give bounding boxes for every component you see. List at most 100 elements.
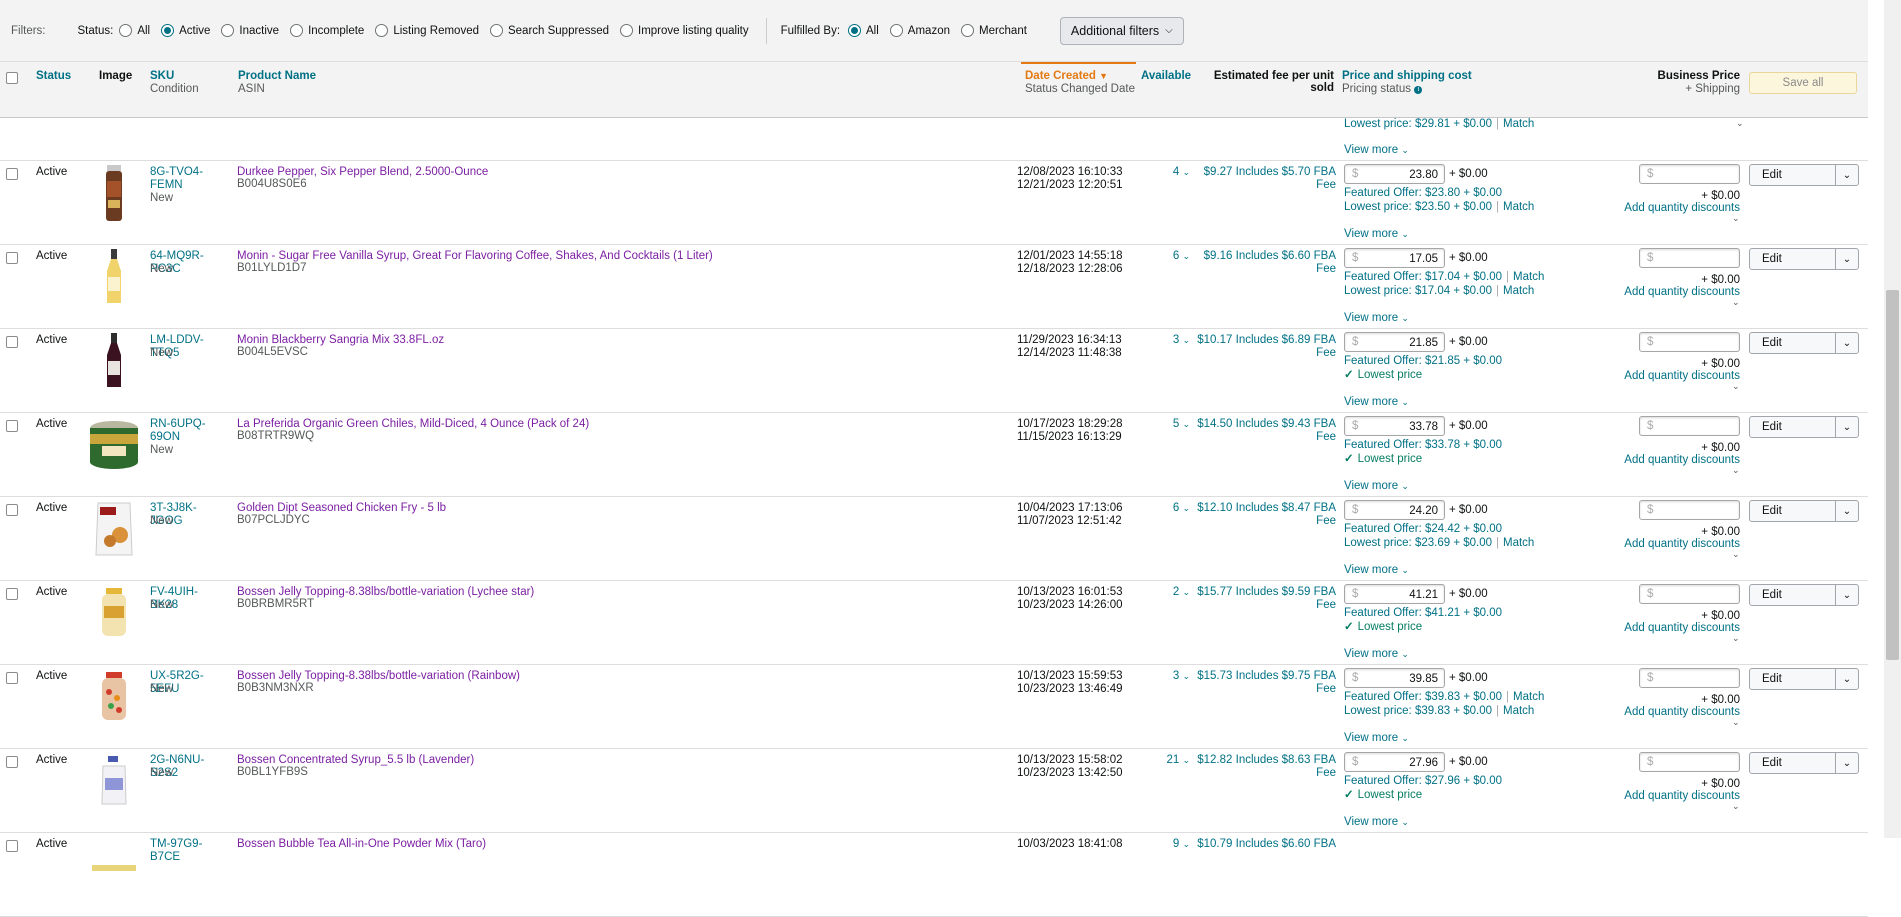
product-name-link[interactable]: Bossen Jelly Topping-8.38lbs/bottle-vari…	[237, 670, 1017, 683]
chevron-down-icon[interactable]: ⌄	[1835, 417, 1858, 437]
edit-button[interactable]: Edit ⌄	[1749, 164, 1859, 186]
radio-button[interactable]	[620, 24, 633, 37]
product-image[interactable]	[88, 165, 140, 221]
product-image[interactable]	[88, 249, 140, 305]
product-image[interactable]	[88, 753, 140, 809]
chevron-down-icon[interactable]: ⌄	[1732, 213, 1740, 224]
chevron-down-icon[interactable]: ⌄	[1732, 381, 1740, 392]
product-image[interactable]	[88, 333, 140, 389]
add-quantity-discounts-link[interactable]: Add quantity discounts	[1600, 790, 1740, 803]
match-link[interactable]: Match	[1503, 705, 1534, 717]
radio-button[interactable]	[960, 24, 974, 37]
additional-filters-button[interactable]: Additional filters ⌵	[1059, 16, 1184, 45]
row-checkbox[interactable]	[6, 504, 18, 516]
price-input[interactable]: $24.20	[1344, 500, 1445, 520]
info-icon[interactable]: i	[1414, 86, 1423, 94]
view-more-link[interactable]: View more ⌄	[1344, 648, 1409, 661]
view-more-link[interactable]: View more ⌄	[1344, 396, 1409, 409]
add-quantity-discounts-link[interactable]: Add quantity discounts	[1600, 202, 1740, 215]
row-checkbox[interactable]	[6, 588, 18, 600]
chevron-down-icon[interactable]: ⌄	[1732, 633, 1740, 644]
price-input[interactable]: $21.85	[1344, 332, 1445, 352]
fulfilled-filter-option[interactable]: Merchant	[960, 24, 1027, 37]
chevron-down-icon[interactable]: ⌄	[1835, 249, 1858, 269]
product-image[interactable]	[88, 501, 140, 557]
chevron-down-icon[interactable]: ⌄	[1732, 465, 1740, 476]
product-name-link[interactable]: Golden Dipt Seasoned Chicken Fry - 5 lb	[237, 502, 1017, 515]
product-name-link[interactable]: Monin - Sugar Free Vanilla Syrup, Great …	[237, 250, 1017, 263]
chevron-down-icon[interactable]: ⌄	[1732, 297, 1740, 308]
price-input[interactable]: $27.96	[1344, 752, 1445, 772]
chevron-down-icon[interactable]: ⌄	[1736, 118, 1744, 129]
status-filter-option[interactable]: Active	[161, 24, 210, 37]
product-name-link[interactable]: La Preferida Organic Green Chiles, Mild-…	[237, 418, 1017, 431]
sku-link[interactable]: 8G-TVO4- FEMN	[150, 166, 206, 192]
status-filter-option[interactable]: All	[119, 24, 150, 37]
header-available[interactable]: Available	[1141, 70, 1191, 82]
price-input[interactable]: $41.21	[1344, 584, 1445, 604]
row-checkbox[interactable]	[6, 840, 18, 852]
header-product-name[interactable]: Product Name	[238, 70, 316, 82]
edit-button[interactable]: Edit ⌄	[1749, 332, 1859, 354]
product-image[interactable]	[88, 417, 140, 473]
status-filter-option[interactable]: Search Suppressed	[489, 24, 609, 37]
product-image[interactable]	[88, 837, 140, 893]
chevron-down-icon[interactable]: ⌄	[1835, 585, 1858, 605]
add-quantity-discounts-link[interactable]: Add quantity discounts	[1600, 454, 1740, 467]
row-checkbox[interactable]	[6, 252, 18, 264]
view-more-link[interactable]: View more ⌄	[1344, 480, 1409, 493]
fulfilled-filter-option[interactable]: All	[848, 24, 879, 37]
view-more-link[interactable]: View more ⌄	[1344, 144, 1409, 156]
view-more-link[interactable]: View more ⌄	[1344, 312, 1409, 325]
match-link[interactable]: Match	[1503, 285, 1534, 297]
edit-button[interactable]: Edit ⌄	[1749, 668, 1859, 690]
edit-button[interactable]: Edit ⌄	[1749, 248, 1859, 270]
radio-button[interactable]	[161, 24, 175, 37]
add-quantity-discounts-link[interactable]: Add quantity discounts	[1600, 286, 1740, 299]
edit-button[interactable]: Edit ⌄	[1749, 752, 1859, 774]
view-more-link[interactable]: View more ⌄	[1344, 564, 1409, 577]
sku-link[interactable]: TM-97G9-B7CE	[150, 838, 206, 864]
edit-button[interactable]: Edit ⌄	[1749, 416, 1859, 438]
fulfilled-filter-option[interactable]: Amazon	[889, 24, 950, 37]
price-input[interactable]: $23.80	[1344, 164, 1445, 184]
price-input[interactable]: $33.78	[1344, 416, 1445, 436]
match-link[interactable]: Match	[1503, 201, 1534, 213]
status-filter-option[interactable]: Inactive	[221, 24, 279, 37]
radio-button[interactable]	[848, 24, 862, 37]
row-checkbox[interactable]	[6, 672, 18, 684]
sku-link[interactable]: RN-6UPQ- 69ON	[150, 418, 206, 444]
view-more-link[interactable]: View more ⌄	[1344, 816, 1409, 829]
match-link[interactable]: Match	[1513, 691, 1544, 703]
add-quantity-discounts-link[interactable]: Add quantity discounts	[1600, 370, 1740, 383]
status-filter-option[interactable]: Listing Removed	[375, 24, 479, 37]
price-input[interactable]: $17.05	[1344, 248, 1445, 268]
view-more-link[interactable]: View more ⌄	[1344, 732, 1409, 745]
add-quantity-discounts-link[interactable]: Add quantity discounts	[1600, 538, 1740, 551]
radio-button[interactable]	[290, 24, 304, 37]
status-filter-option[interactable]: Improve listing quality	[620, 24, 749, 37]
row-checkbox[interactable]	[6, 168, 18, 180]
chevron-down-icon[interactable]: ⌄	[1835, 753, 1858, 773]
header-status[interactable]: Status	[36, 70, 71, 82]
header-date-created[interactable]: Date Created ▼	[1025, 70, 1108, 82]
status-filter-option[interactable]: Incomplete	[290, 24, 364, 37]
match-link[interactable]: Match	[1513, 271, 1544, 283]
header-sku[interactable]: SKU	[150, 70, 174, 82]
radio-button[interactable]	[221, 24, 235, 37]
chevron-down-icon[interactable]: ⌄	[1835, 165, 1858, 185]
chevron-down-icon[interactable]: ⌄	[1835, 333, 1858, 353]
radio-button[interactable]	[889, 24, 903, 37]
row-checkbox[interactable]	[6, 756, 18, 768]
chevron-down-icon[interactable]: ⌄	[1835, 501, 1858, 521]
product-name-link[interactable]: Bossen Concentrated Syrup_5.5 lb (Lavend…	[237, 754, 1017, 767]
radio-button[interactable]	[489, 24, 503, 37]
product-name-link[interactable]: Durkee Pepper, Six Pepper Blend, 2.5000-…	[237, 166, 1017, 179]
product-name-link[interactable]: Monin Blackberry Sangria Mix 33.8FL.oz	[237, 334, 1017, 347]
add-quantity-discounts-link[interactable]: Add quantity discounts	[1600, 706, 1740, 719]
row-checkbox[interactable]	[6, 420, 18, 432]
product-image[interactable]	[88, 669, 140, 725]
save-all-button[interactable]: Save all	[1749, 72, 1857, 94]
business-price-input[interactable]: $	[1639, 500, 1740, 520]
product-name-link[interactable]: Bossen Bubble Tea All-in-One Powder Mix …	[237, 838, 1017, 851]
